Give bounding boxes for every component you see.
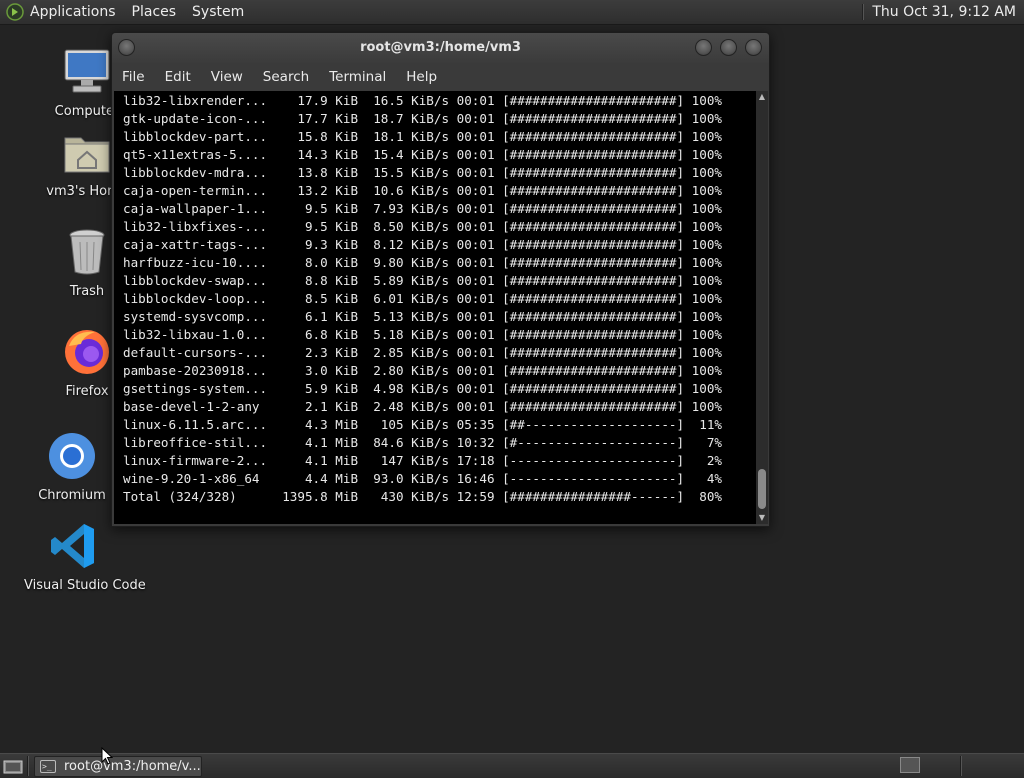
- terminal-text: lib32-libxrender... 17.9 KiB 16.5 KiB/s …: [123, 92, 722, 506]
- desktop-icon-vscode[interactable]: Visual Studio Code: [24, 520, 146, 593]
- menu-file[interactable]: File: [112, 69, 155, 85]
- workspace-switcher[interactable]: [900, 757, 920, 773]
- terminal-icon: >_: [40, 760, 56, 773]
- terminal-output[interactable]: lib32-libxrender... 17.9 KiB 16.5 KiB/s …: [114, 91, 757, 524]
- scroll-down-arrow-icon[interactable]: ▼: [758, 514, 766, 522]
- system-menu[interactable]: System: [184, 0, 252, 25]
- bottom-panel: >_ root@vm3:/home/v...: [0, 753, 1024, 778]
- terminal-line: caja-wallpaper-1... 9.5 KiB 7.93 KiB/s 0…: [123, 201, 722, 216]
- minimize-button[interactable]: [695, 39, 712, 56]
- terminal-line: systemd-sysvcomp... 6.1 KiB 5.13 KiB/s 0…: [123, 309, 722, 324]
- panel-separator: [862, 4, 865, 20]
- terminal-line: libblockdev-swap... 8.8 KiB 5.89 KiB/s 0…: [123, 273, 722, 288]
- window-titlebar[interactable]: root@vm3:/home/vm3: [112, 33, 769, 63]
- menu-view[interactable]: View: [201, 69, 253, 85]
- trash-icon: [69, 229, 105, 275]
- terminal-line: Total (324/328) 1395.8 MiB 430 KiB/s 12:…: [123, 489, 722, 504]
- taskbar-terminal-button[interactable]: >_ root@vm3:/home/v...: [34, 756, 202, 777]
- clock[interactable]: Thu Oct 31, 9:12 AM: [872, 4, 1024, 20]
- terminal-line: libblockdev-part... 15.8 KiB 18.1 KiB/s …: [123, 129, 722, 144]
- terminal-line: gsettings-system... 5.9 KiB 4.98 KiB/s 0…: [123, 381, 722, 396]
- terminal-line: linux-6.11.5.arc... 4.3 MiB 105 KiB/s 05…: [123, 417, 722, 432]
- terminal-line: pambase-20230918... 3.0 KiB 2.80 KiB/s 0…: [123, 363, 722, 378]
- scroll-up-arrow-icon[interactable]: ▲: [758, 93, 766, 101]
- terminal-line: lib32-libxau-1.0... 6.8 KiB 5.18 KiB/s 0…: [123, 327, 722, 342]
- window-title: root@vm3:/home/vm3: [360, 40, 521, 55]
- desktop-icon-chromium[interactable]: Chromium: [22, 430, 122, 503]
- home-folder-icon: [64, 137, 110, 173]
- firefox-icon: [65, 330, 109, 374]
- menu-search[interactable]: Search: [253, 69, 319, 85]
- show-desktop-icon[interactable]: [3, 758, 23, 775]
- terminal-line: libreoffice-stil... 4.1 MiB 84.6 KiB/s 1…: [123, 435, 722, 450]
- terminal-line: linux-firmware-2... 4.1 MiB 147 KiB/s 17…: [123, 453, 722, 468]
- panel-separator: [960, 756, 962, 776]
- taskbar-button-label: root@vm3:/home/v...: [64, 759, 201, 774]
- places-label: Places: [131, 4, 177, 20]
- panel-separator: [27, 756, 29, 776]
- terminal-line: lib32-libxfixes-... 9.5 KiB 8.50 KiB/s 0…: [123, 219, 722, 234]
- terminal-line: caja-open-termin... 13.2 KiB 10.6 KiB/s …: [123, 183, 722, 198]
- terminal-window: root@vm3:/home/vm3 File Edit View Search…: [111, 32, 770, 527]
- terminal-line: libblockdev-mdra... 13.8 KiB 15.5 KiB/s …: [123, 165, 722, 180]
- maximize-button[interactable]: [720, 39, 737, 56]
- menu-help[interactable]: Help: [396, 69, 447, 85]
- terminal-line: base-devel-1-2-any 2.1 KiB 2.48 KiB/s 00…: [123, 399, 722, 414]
- distro-logo-icon: [6, 3, 24, 21]
- applications-label: Applications: [30, 4, 116, 20]
- top-panel: Applications Places System Thu Oct 31, 9…: [0, 0, 1024, 25]
- terminal-line: harfbuzz-icu-10.... 8.0 KiB 9.80 KiB/s 0…: [123, 255, 722, 270]
- window-menubar: File Edit View Search Terminal Help: [112, 63, 769, 91]
- applications-menu[interactable]: Applications: [0, 0, 124, 25]
- terminal-line: qt5-x11extras-5.... 14.3 KiB 15.4 KiB/s …: [123, 147, 722, 162]
- vscode-icon: [51, 524, 94, 568]
- terminal-line: caja-xattr-tags-... 9.3 KiB 8.12 KiB/s 0…: [123, 237, 722, 252]
- menu-edit[interactable]: Edit: [155, 69, 201, 85]
- terminal-scrollbar[interactable]: ▲ ▼: [756, 91, 768, 524]
- terminal-line: wine-9.20-1-x86_64 4.4 MiB 93.0 KiB/s 16…: [123, 471, 722, 486]
- computer-icon: [64, 49, 110, 93]
- system-label: System: [192, 4, 245, 20]
- terminal-line: default-cursors-... 2.3 KiB 2.85 KiB/s 0…: [123, 345, 722, 360]
- terminal-line: libblockdev-loop... 8.5 KiB 6.01 KiB/s 0…: [123, 291, 722, 306]
- desktop-icon-label: Chromium: [38, 488, 106, 503]
- chromium-icon: [49, 433, 95, 479]
- menu-terminal[interactable]: Terminal: [319, 69, 396, 85]
- terminal-line: gtk-update-icon-... 17.7 KiB 18.7 KiB/s …: [123, 111, 722, 126]
- places-menu[interactable]: Places: [124, 0, 185, 25]
- desktop-icon-label: Visual Studio Code: [24, 578, 146, 593]
- close-button[interactable]: [745, 39, 762, 56]
- scrollbar-thumb[interactable]: [758, 469, 766, 509]
- mouse-cursor-icon: [101, 747, 113, 765]
- terminal-line: lib32-libxrender... 17.9 KiB 16.5 KiB/s …: [123, 93, 722, 108]
